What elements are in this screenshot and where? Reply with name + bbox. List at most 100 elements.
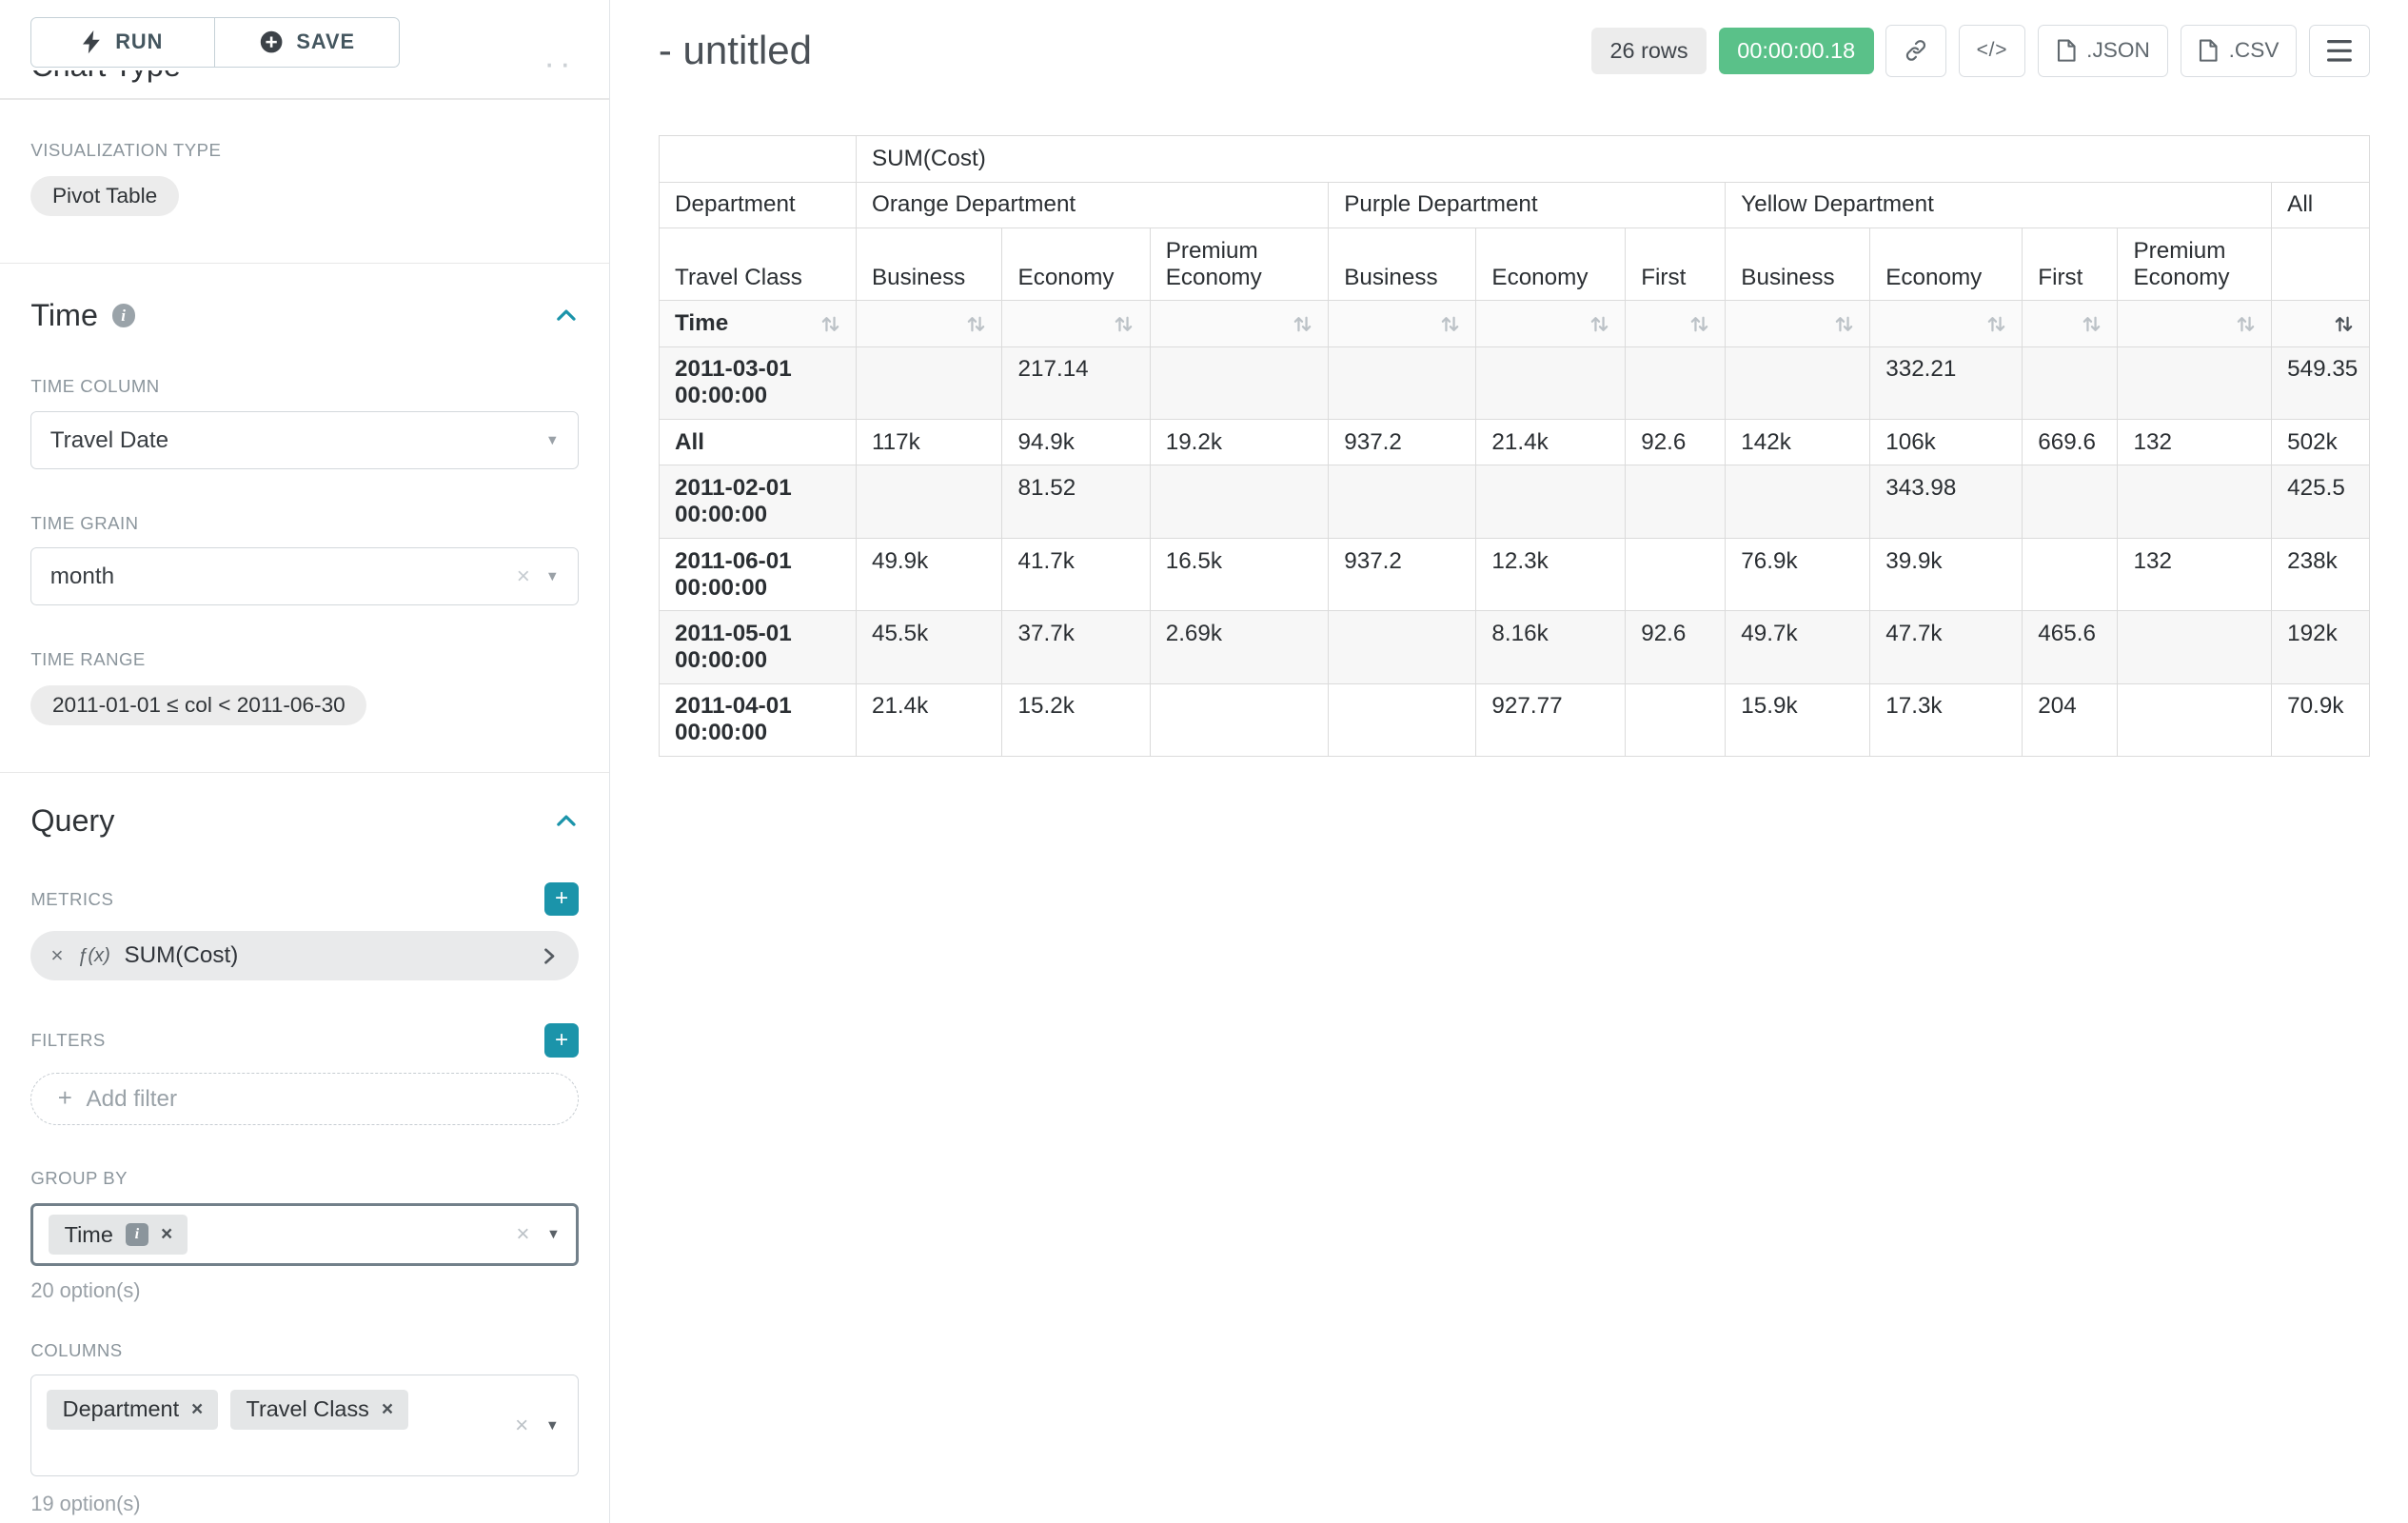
pivot-cell	[856, 465, 1002, 538]
columns-select[interactable]: Department × Travel Class × × ▼	[30, 1375, 579, 1476]
sort-icon[interactable]	[1293, 314, 1313, 334]
group-by-select[interactable]: Time i × × ▼	[30, 1203, 579, 1266]
sort-icon[interactable]	[1986, 314, 2006, 334]
metric-token-label: SUM(Cost)	[124, 942, 238, 969]
chart-header: - untitled 26 rows 00:00:00.18 </>	[659, 15, 2370, 86]
remove-token-icon[interactable]: ×	[161, 1223, 172, 1246]
save-button[interactable]: SAVE	[215, 17, 400, 68]
pivot-class-header: Economy	[1870, 227, 2023, 300]
pivot-data-row: 2011-05-01 00:00:0045.5k37.7k2.69k8.16k9…	[659, 611, 2370, 683]
sort-icon[interactable]	[1589, 314, 1609, 334]
chart-panel: - untitled 26 rows 00:00:00.18 </>	[611, 0, 2408, 1523]
time-grain-select[interactable]: month × ▼	[30, 547, 579, 605]
pivot-row-header: 2011-03-01 00:00:00	[659, 346, 856, 419]
pivot-cell	[1476, 346, 1626, 419]
pivot-cell: 549.35	[2272, 346, 2370, 419]
copy-link-button[interactable]	[1885, 25, 1945, 77]
time-range-pill[interactable]: 2011-01-01 ≤ col < 2011-06-30	[30, 685, 366, 725]
pivot-cell: 92.6	[1626, 420, 1726, 465]
chart-title[interactable]: - untitled	[659, 28, 812, 73]
pivot-cell: 937.2	[1329, 420, 1476, 465]
group-by-token-time[interactable]: Time i ×	[49, 1215, 188, 1255]
remove-metric-icon[interactable]: ×	[50, 943, 63, 968]
pivot-cell: 669.6	[2023, 420, 2118, 465]
sort-icon[interactable]	[966, 314, 986, 334]
run-save-button-group: RUN SAVE	[30, 17, 607, 68]
add-filter-plus-button[interactable]: +	[544, 1023, 579, 1058]
pivot-cell: 47.7k	[1870, 611, 2023, 683]
run-button[interactable]: RUN	[30, 17, 215, 68]
add-metric-button[interactable]: +	[544, 882, 579, 917]
pivot-cell: 81.52	[1002, 465, 1150, 538]
pivot-cell	[2118, 346, 2272, 419]
time-column-label: TIME COLUMN	[30, 376, 579, 397]
pivot-cell: 132	[2118, 538, 2272, 610]
clear-icon[interactable]: ×	[515, 1413, 528, 1439]
remove-token-icon[interactable]: ×	[382, 1398, 393, 1421]
pivot-data-row: 2011-04-01 00:00:0021.4k15.2k927.7715.9k…	[659, 683, 2370, 756]
pivot-row-header: 2011-06-01 00:00:00	[659, 538, 856, 610]
pivot-cell: 8.16k	[1476, 611, 1626, 683]
sort-icon[interactable]	[820, 314, 840, 334]
pivot-cell: 132	[2118, 420, 2272, 465]
menu-button[interactable]	[2309, 25, 2369, 77]
chevron-up-icon[interactable]	[554, 809, 579, 834]
pivot-cell	[1329, 465, 1476, 538]
view-query-button[interactable]: </>	[1959, 25, 2025, 77]
export-csv-button[interactable]: .CSV	[2181, 25, 2298, 77]
token-label: Travel Class	[247, 1396, 369, 1422]
columns-token-travel-class[interactable]: Travel Class ×	[230, 1390, 408, 1430]
clear-icon[interactable]: ×	[517, 564, 530, 590]
pivot-cell	[1626, 683, 1726, 756]
pivot-cell: 937.2	[1329, 538, 1476, 610]
sort-icon[interactable]	[2082, 314, 2102, 334]
pivot-cell: 45.5k	[856, 611, 1002, 683]
pivot-class-header	[2272, 227, 2370, 300]
remove-token-icon[interactable]: ×	[191, 1398, 203, 1421]
export-json-button[interactable]: .JSON	[2038, 25, 2168, 77]
pivot-table: SUM(Cost)DepartmentOrange DepartmentPurp…	[659, 135, 2371, 757]
pivot-cell	[1150, 465, 1329, 538]
plus-icon: +	[58, 1085, 72, 1113]
metric-token[interactable]: × ƒ(x) SUM(Cost)	[30, 931, 579, 980]
pivot-cell: 49.7k	[1726, 611, 1870, 683]
visualization-type-pill[interactable]: Pivot Table	[30, 176, 179, 216]
pivot-cell: 76.9k	[1726, 538, 1870, 610]
file-icon	[2198, 39, 2218, 62]
sort-icon[interactable]	[1114, 314, 1134, 334]
pivot-cell: 117k	[856, 420, 1002, 465]
pivot-cell: 502k	[2272, 420, 2370, 465]
pivot-cell	[1726, 346, 1870, 419]
add-filter-box[interactable]: + Add filter	[30, 1073, 579, 1125]
pivot-department-row: DepartmentOrange DepartmentPurple Depart…	[659, 182, 2370, 227]
pivot-cell: 12.3k	[1476, 538, 1626, 610]
caret-down-icon[interactable]: ▼	[545, 1418, 559, 1434]
caret-down-icon[interactable]: ▼	[546, 1227, 560, 1242]
chevron-up-icon[interactable]	[554, 304, 579, 328]
visualization-type-label: VISUALIZATION TYPE	[30, 140, 579, 161]
time-section-header[interactable]: Time i	[30, 298, 579, 333]
sort-icon[interactable]	[2334, 314, 2354, 334]
clear-icon[interactable]: ×	[516, 1221, 529, 1248]
chevron-right-icon[interactable]	[539, 946, 559, 966]
columns-token-department[interactable]: Department ×	[47, 1390, 218, 1430]
pivot-row-header: 2011-04-01 00:00:00	[659, 683, 856, 756]
time-grain-value: month	[50, 564, 114, 590]
explore-page: RUN SAVE ·· Chart Type VISUALIZATION TYP…	[0, 0, 2408, 1523]
info-icon: i	[126, 1223, 148, 1246]
sort-icon[interactable]	[1834, 314, 1854, 334]
export-json-label: .JSON	[2086, 38, 2150, 63]
pivot-cell	[1150, 346, 1329, 419]
sort-icon[interactable]	[1440, 314, 1460, 334]
group-by-options-hint: 20 option(s)	[30, 1278, 579, 1303]
pivot-cell: 41.7k	[1002, 538, 1150, 610]
time-column-select[interactable]: Travel Date ▼	[30, 411, 579, 469]
pivot-cell	[2023, 538, 2118, 610]
panel-resize-grip[interactable]: ··	[543, 55, 575, 70]
control-panel: RUN SAVE ·· Chart Type VISUALIZATION TYP…	[0, 0, 610, 1523]
sort-icon[interactable]	[2236, 314, 2256, 334]
query-section-header[interactable]: Query	[30, 803, 579, 839]
sort-icon[interactable]	[1689, 314, 1709, 334]
pivot-corner-travel-class: Travel Class	[659, 227, 856, 300]
link-icon	[1904, 38, 1928, 63]
